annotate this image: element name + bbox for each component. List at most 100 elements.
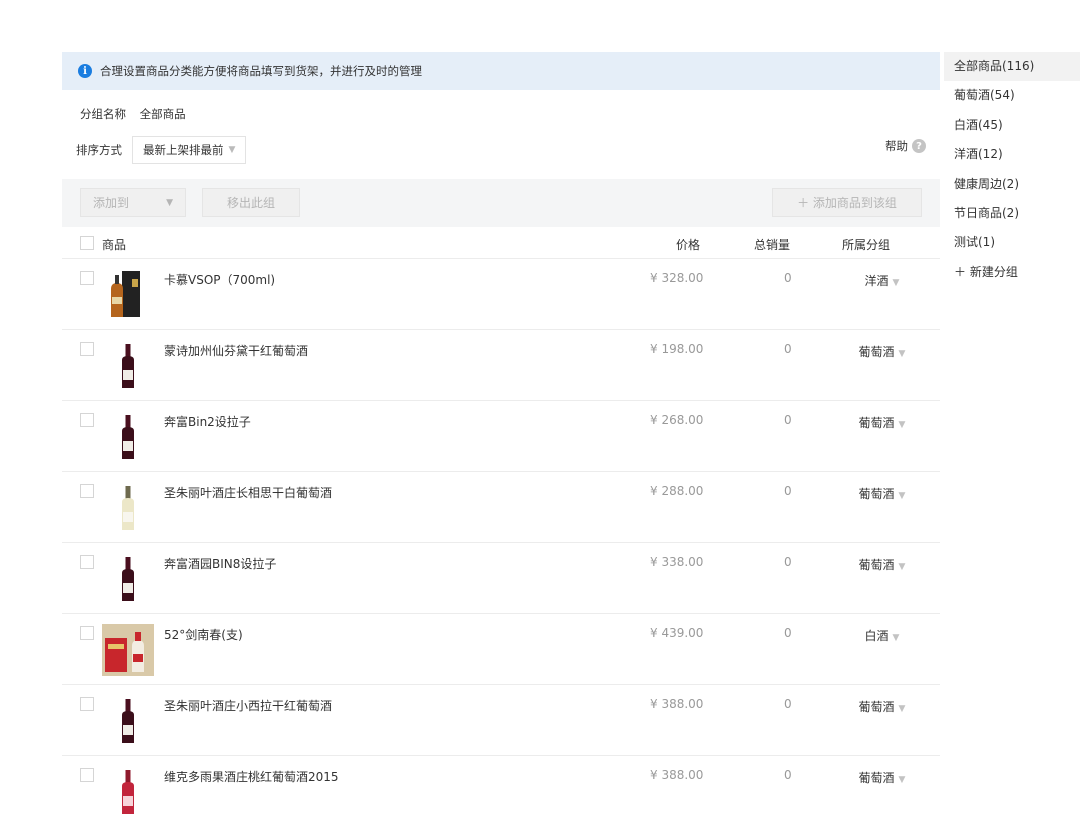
notice-bar: i 合理设置商品分类能方便将商品填写到货架，并进行及时的管理 xyxy=(62,52,940,90)
sort-select-value: 最新上架排最前 xyxy=(143,143,224,157)
add-goods-to-group-button[interactable]: ＋ 添加商品到该组 xyxy=(772,188,922,217)
sidebar-item-group[interactable]: 白酒(45) xyxy=(944,111,1080,140)
product-sales: 0 xyxy=(784,768,792,782)
product-group-value: 葡萄酒 xyxy=(858,416,895,430)
sidebar-item-group[interactable]: 全部商品(116) xyxy=(944,52,1080,82)
product-thumbnail xyxy=(102,624,154,676)
product-sales: 0 xyxy=(784,484,792,498)
product-price: ¥ 268.00 xyxy=(650,413,704,427)
table-row: 52°剑南春(支) ¥ 439.00 0 白酒 ▼ xyxy=(62,614,940,685)
product-thumbnail xyxy=(102,269,154,321)
add-to-label: 添加到 xyxy=(93,196,130,210)
header-name: 商品 xyxy=(102,238,127,252)
product-name[interactable]: 奔富Bin2设拉子 xyxy=(164,413,251,430)
goods-panel: i 合理设置商品分类能方便将商品填写到货架，并进行及时的管理 分组名称 全部商品… xyxy=(62,52,940,824)
sidebar-item-group[interactable]: 测试(1) xyxy=(944,228,1080,257)
sort-row: 排序方式 最新上架排最前 ▼ xyxy=(76,136,247,164)
chevron-down-icon: ▼ xyxy=(892,633,900,643)
product-group-value: 葡萄酒 xyxy=(858,558,895,572)
row-checkbox[interactable] xyxy=(80,271,94,285)
product-name[interactable]: 52°剑南春(支) xyxy=(164,626,243,643)
product-group-select[interactable]: 洋酒 ▼ xyxy=(836,272,928,289)
product-price: ¥ 198.00 xyxy=(650,342,704,356)
row-checkbox[interactable] xyxy=(80,697,94,711)
table-row: 卡慕VSOP（700ml) ¥ 328.00 0 洋酒 ▼ xyxy=(62,259,940,330)
row-checkbox[interactable] xyxy=(80,768,94,782)
sidebar-item-group[interactable]: 洋酒(12) xyxy=(944,140,1080,169)
sidebar-item-group[interactable]: 葡萄酒(54) xyxy=(944,81,1080,110)
product-group-select[interactable]: 葡萄酒 ▼ xyxy=(836,698,928,715)
new-group-button[interactable]: ＋ 新建分组 xyxy=(944,258,1080,287)
product-group-select[interactable]: 葡萄酒 ▼ xyxy=(836,485,928,502)
table-row: 圣朱丽叶酒庄小西拉干红葡萄酒 ¥ 388.00 0 葡萄酒 ▼ xyxy=(62,685,940,756)
group-name-label: 分组名称 xyxy=(80,107,126,121)
row-checkbox[interactable] xyxy=(80,626,94,640)
product-group-select[interactable]: 白酒 ▼ xyxy=(836,627,928,644)
toolbar: 添加到 ▼ 移出此组 ＋ 添加商品到该组 xyxy=(62,179,940,227)
row-checkbox[interactable] xyxy=(80,413,94,427)
table-row: 奔富酒园BIN8设拉子 ¥ 338.00 0 葡萄酒 ▼ xyxy=(62,543,940,614)
table-row: 奔富Bin2设拉子 ¥ 268.00 0 葡萄酒 ▼ xyxy=(62,401,940,472)
chevron-down-icon: ▼ xyxy=(898,349,906,359)
product-name[interactable]: 维克多雨果酒庄桃红葡萄酒2015 xyxy=(164,768,339,785)
product-name[interactable]: 卡慕VSOP（700ml) xyxy=(164,271,275,288)
chevron-down-icon: ▼ xyxy=(898,775,906,785)
chevron-down-icon: ▼ xyxy=(898,491,906,501)
info-icon: i xyxy=(78,64,92,78)
product-group-select[interactable]: 葡萄酒 ▼ xyxy=(836,343,928,360)
product-group-value: 白酒 xyxy=(864,629,889,643)
header-group: 所属分组 xyxy=(842,238,891,252)
chevron-down-icon: ▼ xyxy=(228,145,236,155)
product-name[interactable]: 圣朱丽叶酒庄小西拉干红葡萄酒 xyxy=(164,697,332,714)
remove-from-group-button[interactable]: 移出此组 xyxy=(202,188,300,217)
add-to-dropdown[interactable]: 添加到 ▼ xyxy=(80,188,186,217)
chevron-down-icon: ▼ xyxy=(898,420,906,430)
table-row: 蒙诗加州仙芬黛干红葡萄酒 ¥ 198.00 0 葡萄酒 ▼ xyxy=(62,330,940,401)
help-link[interactable]: 帮助 ? xyxy=(885,138,926,154)
table-row: 维克多雨果酒庄桃红葡萄酒2015 ¥ 388.00 0 葡萄酒 ▼ xyxy=(62,756,940,824)
product-thumbnail xyxy=(102,411,154,463)
header-price: 价格 xyxy=(676,238,701,252)
product-sales: 0 xyxy=(784,697,792,711)
product-thumbnail xyxy=(102,766,154,818)
row-checkbox[interactable] xyxy=(80,555,94,569)
group-name-value: 全部商品 xyxy=(139,107,186,121)
sidebar-item-group[interactable]: 健康周边(2) xyxy=(944,170,1080,199)
product-group-value: 葡萄酒 xyxy=(858,345,895,359)
product-thumbnail xyxy=(102,553,154,605)
product-price: ¥ 288.00 xyxy=(650,484,704,498)
sidebar-item-group[interactable]: 节日商品(2) xyxy=(944,199,1080,228)
product-price: ¥ 328.00 xyxy=(650,271,704,285)
product-thumbnail xyxy=(102,482,154,534)
product-price: ¥ 388.00 xyxy=(650,768,704,782)
help-label: 帮助 xyxy=(885,139,908,153)
product-group-value: 葡萄酒 xyxy=(858,700,895,714)
product-price: ¥ 338.00 xyxy=(650,555,704,569)
product-group-select[interactable]: 葡萄酒 ▼ xyxy=(836,769,928,786)
product-sales: 0 xyxy=(784,626,792,640)
product-sales: 0 xyxy=(784,271,792,285)
product-group-value: 葡萄酒 xyxy=(858,487,895,501)
sort-label: 排序方式 xyxy=(76,143,122,157)
product-sales: 0 xyxy=(784,555,792,569)
select-all-checkbox[interactable] xyxy=(80,236,94,250)
product-group-value: 洋酒 xyxy=(864,274,889,288)
product-name[interactable]: 奔富酒园BIN8设拉子 xyxy=(164,555,276,572)
product-name[interactable]: 蒙诗加州仙芬黛干红葡萄酒 xyxy=(164,342,308,359)
row-checkbox[interactable] xyxy=(80,484,94,498)
table-row: 圣朱丽叶酒庄长相思干白葡萄酒 ¥ 288.00 0 葡萄酒 ▼ xyxy=(62,472,940,543)
group-name-row: 分组名称 全部商品 xyxy=(80,106,186,122)
product-name[interactable]: 圣朱丽叶酒庄长相思干白葡萄酒 xyxy=(164,484,332,501)
product-group-select[interactable]: 葡萄酒 ▼ xyxy=(836,414,928,431)
notice-text: 合理设置商品分类能方便将商品填写到货架，并进行及时的管理 xyxy=(100,64,422,78)
product-price: ¥ 439.00 xyxy=(650,626,704,640)
product-sales: 0 xyxy=(784,413,792,427)
group-sidebar: 全部商品(116) 葡萄酒(54) 白酒(45) 洋酒(12) 健康周边(2) 节日商品(… xyxy=(944,52,1080,287)
product-group-select[interactable]: 葡萄酒 ▼ xyxy=(836,556,928,573)
chevron-down-icon: ▼ xyxy=(898,704,906,714)
row-checkbox[interactable] xyxy=(80,342,94,356)
product-price: ¥ 388.00 xyxy=(650,697,704,711)
table-header: 商品 价格 总销量 所属分组 xyxy=(62,228,940,259)
sort-select[interactable]: 最新上架排最前 ▼ xyxy=(132,136,247,164)
goods-list: 卡慕VSOP（700ml) ¥ 328.00 0 洋酒 ▼ 蒙诗加州仙芬黛干红葡萄酒 ¥ 1… xyxy=(62,259,940,824)
